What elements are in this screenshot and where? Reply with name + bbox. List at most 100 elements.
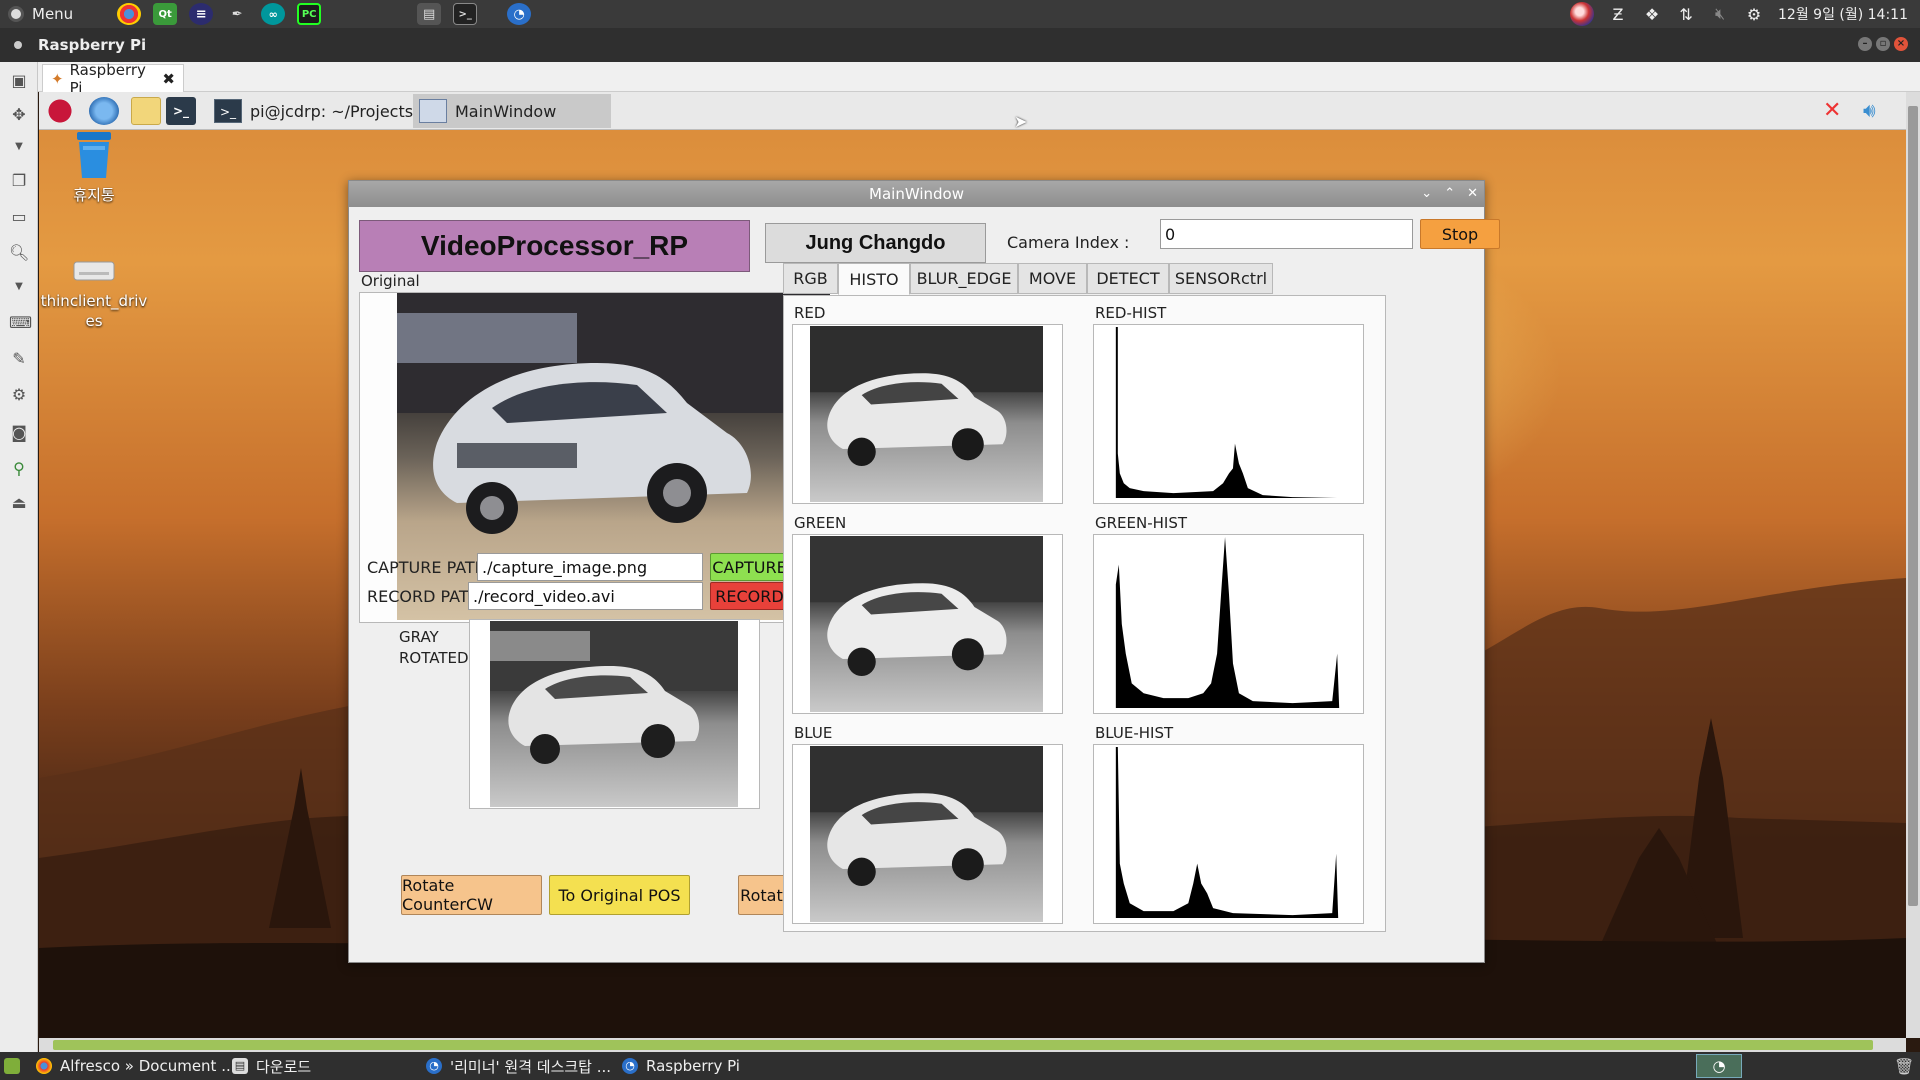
- minimize-icon[interactable]: ⌄: [1421, 181, 1432, 207]
- maximize-icon[interactable]: ▫: [1876, 37, 1890, 51]
- host-clock[interactable]: 12월 9일 (월) 14:11: [1778, 4, 1908, 24]
- remote-desktop-launcher-icon[interactable]: ◔: [507, 3, 532, 25]
- red-histogram: [1093, 324, 1364, 504]
- terminal-icon[interactable]: >_: [166, 97, 196, 125]
- minimize-icon[interactable]: –: [1858, 37, 1872, 51]
- close-icon[interactable]: ✕: [1467, 181, 1478, 207]
- dropbox-tray-icon[interactable]: ❖: [1642, 5, 1662, 24]
- taskbar-item-alfresco[interactable]: Alfresco » Document ...: [36, 1052, 236, 1080]
- author-label: Jung Changdo: [765, 223, 986, 263]
- remmina-icon: ◔: [622, 1058, 638, 1074]
- terminal-launcher-icon[interactable]: >_: [453, 3, 478, 25]
- mainwindow: MainWindow ⌄ ⌃ ✕ VideoProcessor_RP Jung …: [348, 180, 1500, 963]
- inkscape-launcher-icon[interactable]: ✒: [225, 3, 250, 25]
- viewer-tab-raspberry-pi[interactable]: ✦ Raspberry Pi ✖: [42, 61, 184, 97]
- taskbar-item-label: Raspberry Pi: [646, 1057, 740, 1075]
- arduino-launcher-icon[interactable]: ∞: [261, 3, 286, 25]
- vertical-scrollbar[interactable]: [1906, 92, 1920, 1038]
- tab-move[interactable]: MOVE: [1018, 263, 1087, 294]
- chrome-launcher-icon[interactable]: [117, 3, 142, 25]
- network-disconnected-icon[interactable]: ✕: [1823, 98, 1841, 123]
- original-pos-button[interactable]: To Original POS: [549, 875, 690, 915]
- taskbar-item-downloads[interactable]: ▤ 다운로드: [232, 1052, 311, 1080]
- tab-rgb[interactable]: RGB: [783, 263, 838, 294]
- red-channel-image: [810, 326, 1043, 502]
- network-tray-icon[interactable]: ⇅: [1676, 5, 1696, 24]
- display-icon[interactable]: ▭: [9, 208, 29, 226]
- tab-bar: RGB HISTO BLUR_EDGE MOVE DETECT SENSORct…: [783, 263, 1383, 296]
- disconnect-icon[interactable]: ⏏: [9, 494, 29, 512]
- keyboard-icon[interactable]: ⌨: [9, 314, 32, 332]
- taskbar-item-remmina[interactable]: ◔ '리미너' 원격 데스크탑 ...: [426, 1052, 611, 1080]
- raspberry-menu-icon[interactable]: [45, 97, 75, 125]
- horizontal-scroll-thumb[interactable]: [53, 1040, 1873, 1050]
- close-icon[interactable]: ×: [1894, 37, 1908, 51]
- settings-gear-icon[interactable]: ⚙: [1744, 5, 1764, 24]
- tab-histo[interactable]: HISTO: [838, 263, 910, 295]
- blue-channel-image: [810, 746, 1043, 922]
- web-browser-icon[interactable]: [89, 97, 119, 125]
- red-hist-label: RED-HIST: [1095, 304, 1167, 322]
- desktop-icon-label: 휴지통: [73, 186, 115, 204]
- volume-muted-icon[interactable]: 🔇︎: [1710, 4, 1730, 24]
- gray-rotated-image: [490, 621, 738, 807]
- input-method-icon[interactable]: [1570, 2, 1595, 26]
- host-menu-label: Menu: [32, 5, 74, 23]
- mainwindow-title-bar: MainWindow ⌄ ⌃ ✕: [349, 181, 1484, 207]
- capture-button[interactable]: CAPTURE: [710, 553, 789, 581]
- workspace-switcher[interactable]: ◔: [1696, 1054, 1742, 1078]
- green-hist-label: GREEN-HIST: [1095, 514, 1188, 532]
- eclipse-launcher-icon[interactable]: ≡: [189, 3, 214, 25]
- tools-icon[interactable]: ✎: [9, 350, 29, 368]
- viewer-window-controls: – ▫ ×: [1858, 37, 1908, 51]
- original-label: Original: [361, 272, 420, 290]
- rotate-ccw-button[interactable]: Rotate CounterCW: [401, 875, 542, 915]
- move-icon[interactable]: ✥: [9, 106, 29, 124]
- pin-icon[interactable]: ⚲: [9, 460, 29, 478]
- remote-task-mainwindow[interactable]: MainWindow: [413, 94, 611, 128]
- chrome-icon: [36, 1058, 52, 1074]
- trash-icon: [77, 132, 111, 178]
- host-menu-button[interactable]: Menu: [0, 0, 81, 28]
- red-label: RED: [794, 304, 826, 322]
- window-mode-icon[interactable]: ▣: [9, 72, 29, 90]
- maximize-icon[interactable]: ⌃: [1444, 181, 1455, 207]
- screenshot-icon[interactable]: ◙: [9, 424, 29, 442]
- menu-logo-icon: [8, 6, 24, 22]
- files-launcher-icon[interactable]: ▤: [417, 3, 442, 25]
- record-path-input[interactable]: [468, 582, 703, 610]
- desktop-icon-label: thinclient_drives: [40, 292, 148, 330]
- copy-icon[interactable]: ❐: [9, 172, 29, 190]
- record-button[interactable]: RECORD: [710, 582, 789, 610]
- chevron-down-icon[interactable]: ▼: [9, 278, 29, 296]
- settings-icon[interactable]: ⚙: [9, 386, 29, 404]
- remote-task-label: pi@jcdrp: ~/Projects/...: [250, 101, 434, 121]
- zotero-tray-icon[interactable]: Ƶ: [1608, 5, 1628, 24]
- app-banner: VideoProcessor_RP: [359, 220, 750, 272]
- horizontal-scrollbar[interactable]: [39, 1038, 1906, 1052]
- vertical-scroll-thumb[interactable]: [1908, 106, 1918, 906]
- chevron-down-icon[interactable]: ▼: [9, 138, 29, 156]
- show-desktop-icon[interactable]: [4, 1058, 20, 1074]
- capture-path-input[interactable]: [477, 553, 703, 581]
- host-top-panel: Menu Qt ≡ ✒ ∞ PC ▤ >_ ◔ Ƶ ❖ ⇅ 🔇︎ ⚙ 12월 9…: [0, 0, 1920, 28]
- stop-button[interactable]: Stop: [1420, 219, 1500, 249]
- zoom-icon[interactable]: 🔍︎: [9, 244, 29, 262]
- trash-desktop-icon[interactable]: 휴지통: [39, 128, 149, 205]
- red-channel-frame: [792, 324, 1063, 504]
- camera-index-input[interactable]: [1160, 219, 1413, 249]
- gray-rotated-frame: [469, 619, 760, 809]
- qt-launcher-icon[interactable]: Qt: [153, 3, 178, 25]
- tab-detect[interactable]: DETECT: [1087, 263, 1169, 294]
- remote-task-terminal[interactable]: >_ pi@jcdrp: ~/Projects/...: [208, 94, 440, 128]
- tab-sensorctrl[interactable]: SENSORctrl: [1169, 263, 1273, 294]
- speaker-icon[interactable]: 🔊︎: [1863, 98, 1876, 122]
- tab-blur-edge[interactable]: BLUR_EDGE: [910, 263, 1018, 294]
- trash-applet-icon[interactable]: 🗑︎: [1894, 1057, 1914, 1076]
- tab-close-icon[interactable]: ✖: [162, 70, 175, 88]
- remote-desktop: >_ >_ pi@jcdrp: ~/Projects/... MainWindo…: [39, 92, 1906, 1038]
- pycharm-launcher-icon[interactable]: PC: [297, 3, 322, 25]
- file-manager-icon[interactable]: [131, 97, 161, 125]
- taskbar-item-raspberry-pi[interactable]: ◔ Raspberry Pi: [622, 1052, 740, 1080]
- thinclient-drives-desktop-icon[interactable]: thinclient_drives: [39, 256, 149, 331]
